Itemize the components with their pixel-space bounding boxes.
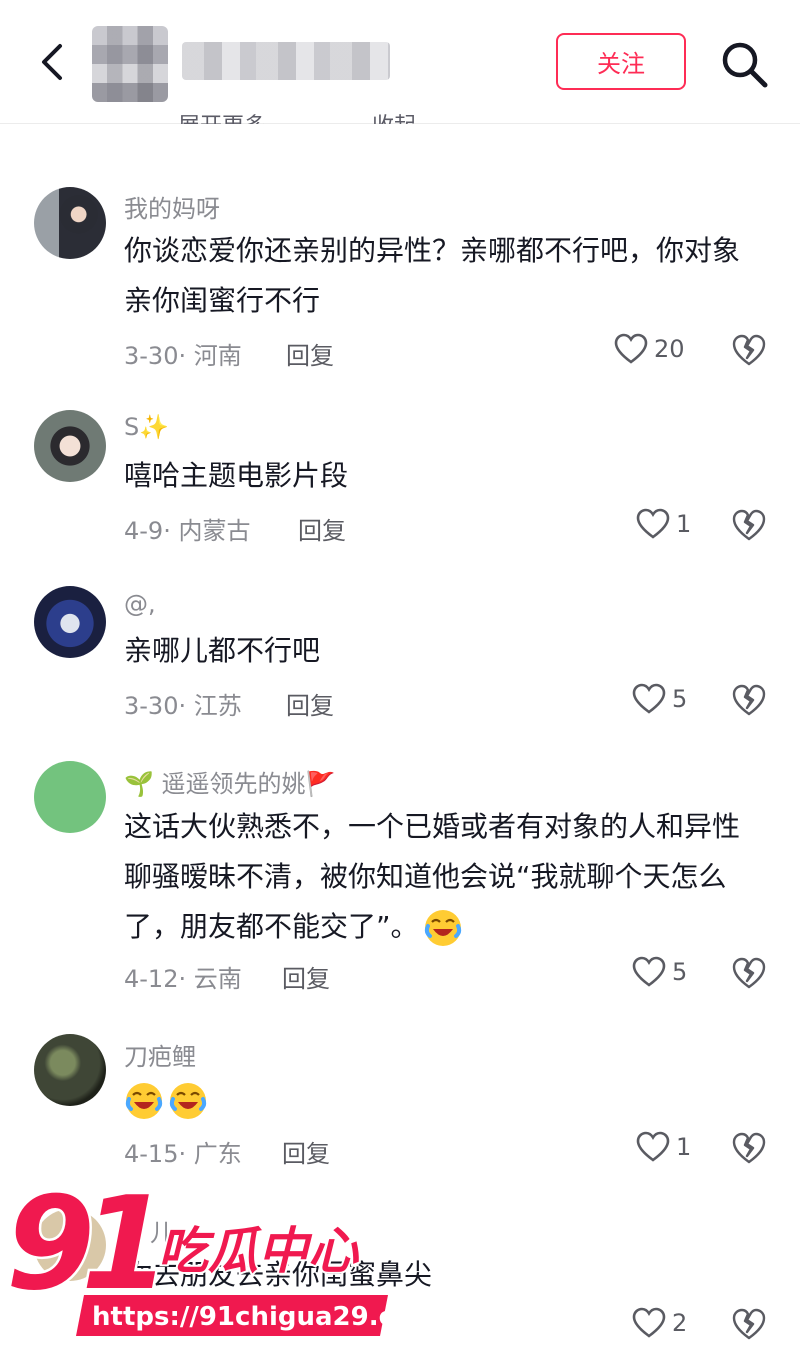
- comment-date-location: 4-9· 内蒙古: [124, 517, 251, 545]
- follow-button[interactable]: 关注: [556, 33, 686, 90]
- like-button[interactable]: 5: [632, 956, 687, 988]
- like-count: 5: [672, 958, 688, 986]
- comment-text: 这话大伙熟悉不，一个已婚或者有对象的人和异性聊骚暧昧不清，被你知道他会说“我就聊…: [124, 802, 764, 952]
- comment-text: 嘻哈主题电影片段: [124, 459, 349, 492]
- comment-text: [124, 1075, 764, 1125]
- dislike-icon[interactable]: [732, 508, 766, 542]
- comment-meta: 4-9· 内蒙古 回复: [124, 511, 346, 546]
- comment-meta: 4-15· 广东 回复: [124, 1134, 330, 1169]
- reply-button[interactable]: 回复: [282, 1134, 330, 1169]
- comment-username[interactable]: 🌱 遥遥领先的姚🚩: [124, 764, 335, 799]
- top-bar: 展开更多 收起 关注: [0, 0, 800, 124]
- search-icon[interactable]: [718, 38, 770, 90]
- comment-username[interactable]: S✨: [124, 413, 169, 441]
- like-button[interactable]: 20: [614, 333, 685, 365]
- comment-text: 你谈恋爱你还亲别的异性？亲哪都不行吧，你对象亲你闺蜜行不行: [124, 234, 741, 317]
- heart-icon: [614, 333, 648, 364]
- like-count: 5: [672, 685, 688, 713]
- expand-more-link[interactable]: 展开更多: [178, 108, 266, 124]
- crying-laughing-emoji-icon: [125, 1083, 163, 1119]
- comment-date-location: 4-15· 广东: [124, 1140, 242, 1168]
- author-avatar[interactable]: [92, 26, 168, 102]
- crying-laughing-emoji-icon: [424, 910, 461, 946]
- reply-button[interactable]: 回复: [286, 686, 334, 721]
- heart-icon: [632, 683, 666, 714]
- like-count: 1: [676, 510, 692, 538]
- like-count: 2: [672, 1309, 688, 1337]
- comment-meta: 3-30· 河南 回复: [124, 336, 334, 371]
- dislike-icon[interactable]: [732, 333, 766, 367]
- comment-date-location: 3-30· 江苏: [124, 692, 242, 720]
- like-button[interactable]: 1: [636, 1131, 691, 1163]
- comment-meta: 3-30· 江苏 回复: [124, 686, 334, 721]
- crying-laughing-emoji-icon: [169, 1083, 207, 1119]
- avatar[interactable]: [34, 410, 106, 482]
- comment-date-location: 4-12· 云南: [124, 965, 242, 993]
- comment-meta: 4-12· 云南 回复: [124, 959, 330, 994]
- avatar[interactable]: [34, 761, 106, 833]
- avatar[interactable]: [34, 187, 106, 259]
- like-button[interactable]: 5: [632, 683, 687, 715]
- reply-button[interactable]: 回复: [298, 511, 346, 546]
- dislike-icon[interactable]: [732, 1307, 766, 1341]
- dislike-icon[interactable]: [732, 1131, 766, 1165]
- heart-icon: [632, 956, 666, 987]
- collapse-link[interactable]: 收起: [372, 108, 416, 124]
- watermark-logo: 91 吃瓜中心 https://91chigua29.com: [4, 1180, 420, 1336]
- reply-button[interactable]: 回复: [282, 959, 330, 994]
- back-arrow-icon[interactable]: [34, 38, 74, 86]
- watermark-url: https://91chigua29.com: [92, 1302, 420, 1332]
- heart-icon: [632, 1307, 666, 1338]
- like-count: 1: [676, 1133, 692, 1161]
- heart-icon: [636, 508, 670, 539]
- comment-date-location: 3-30· 河南: [124, 342, 242, 370]
- heart-icon: [636, 1131, 670, 1162]
- like-count: 20: [654, 335, 685, 363]
- like-button[interactable]: 1: [636, 508, 691, 540]
- watermark-brand: 吃瓜中心: [158, 1222, 360, 1280]
- comment-username[interactable]: 我的妈呀: [124, 189, 220, 224]
- collapsed-replies-strip: 展开更多 收起: [0, 100, 800, 124]
- like-button[interactable]: 2: [632, 1307, 687, 1339]
- comment-username[interactable]: 刀疤鲤: [124, 1037, 196, 1072]
- dislike-icon[interactable]: [732, 956, 766, 990]
- comment-username[interactable]: @,: [124, 590, 156, 618]
- dislike-icon[interactable]: [732, 683, 766, 717]
- avatar[interactable]: [34, 586, 106, 658]
- comment-text: 亲哪儿都不行吧: [124, 634, 321, 667]
- avatar[interactable]: [34, 1034, 106, 1106]
- reply-button[interactable]: 回复: [286, 336, 334, 371]
- author-name-blurred[interactable]: [182, 42, 390, 80]
